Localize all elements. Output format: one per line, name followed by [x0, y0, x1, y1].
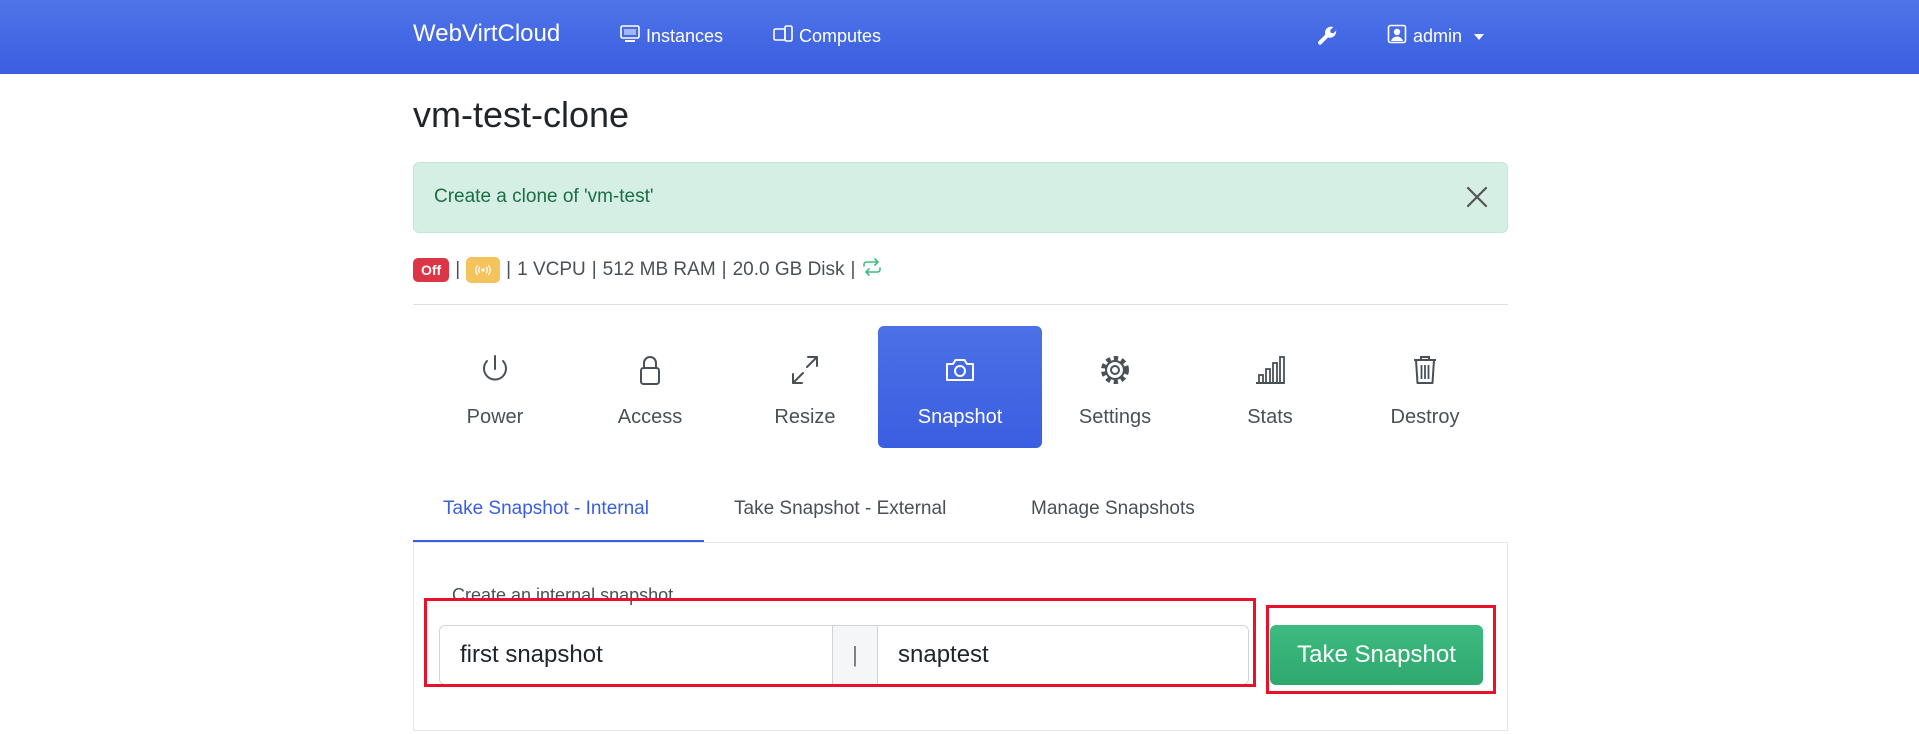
close-icon[interactable]: [1465, 185, 1489, 209]
tab-manage-snapshots[interactable]: Manage Snapshots: [1031, 498, 1195, 520]
separator: |: [506, 259, 512, 280]
separator: |: [850, 259, 856, 280]
page-title: vm-test-clone: [413, 94, 630, 135]
resize-icon: [792, 356, 818, 384]
action-access[interactable]: Access: [568, 326, 732, 448]
action-power[interactable]: Power: [413, 326, 577, 448]
power-icon: [483, 355, 507, 381]
tab-take-snapshot-internal[interactable]: Take Snapshot - Internal: [443, 498, 649, 520]
trash-icon: [1414, 356, 1436, 384]
action-resize[interactable]: Resize: [723, 326, 887, 448]
highlight-box: [1266, 605, 1496, 694]
top-navbar: WebVirtCloud Instances Computes admin: [0, 0, 1919, 74]
chevron-down-icon: [1474, 33, 1485, 40]
highlight-box: [424, 598, 1256, 687]
devices-icon: [773, 24, 793, 49]
broadcast-icon: [466, 257, 501, 283]
disk-info: 20.0 GB Disk: [732, 259, 845, 280]
action-label: Access: [617, 406, 683, 428]
action-label: Resize: [774, 406, 836, 428]
action-label: Snapshot: [917, 406, 1003, 428]
bar-chart-icon: [1256, 356, 1285, 384]
user-icon: [1387, 24, 1407, 49]
vcpu-info: 1 VCPU: [517, 259, 586, 280]
separator: |: [591, 259, 597, 280]
camera-icon: [946, 359, 974, 381]
active-tab-indicator: [413, 540, 704, 542]
instance-actions: Power Access Resize Snapshot Settings St…: [413, 326, 1508, 448]
gear-icon: [1101, 356, 1129, 384]
nav-computes-label: Computes: [799, 26, 882, 46]
user-name: admin: [1413, 26, 1463, 46]
action-label: Power: [466, 406, 524, 428]
separator: |: [455, 259, 461, 280]
nav-instances-label: Instances: [646, 26, 724, 46]
action-snapshot[interactable]: Snapshot: [878, 326, 1042, 448]
separator: |: [721, 259, 727, 280]
nav-instances[interactable]: Instances: [620, 24, 723, 49]
wrench-icon[interactable]: [1316, 24, 1340, 48]
lock-icon: [640, 356, 660, 385]
tab-take-snapshot-external[interactable]: Take Snapshot - External: [734, 498, 946, 520]
action-destroy[interactable]: Destroy: [1343, 326, 1507, 448]
alert-message: Create a clone of 'vm-test': [434, 186, 654, 207]
action-label: Destroy: [1390, 406, 1460, 428]
success-alert: Create a clone of 'vm-test': [413, 162, 1508, 233]
action-label: Settings: [1078, 406, 1152, 428]
instance-status-row: Off | | 1 VCPU | 512 MB RAM | 20.0 GB Di…: [413, 256, 883, 284]
divider: [413, 304, 1508, 305]
status-badge: Off: [413, 258, 450, 282]
monitor-icon: [620, 24, 640, 49]
snapshot-tabs: Take Snapshot - Internal Take Snapshot -…: [413, 480, 1508, 543]
action-label: Stats: [1247, 406, 1293, 428]
brand-logo[interactable]: WebVirtCloud: [413, 20, 560, 48]
action-stats[interactable]: Stats: [1188, 326, 1352, 448]
action-settings[interactable]: Settings: [1033, 326, 1197, 448]
nav-computes[interactable]: Computes: [773, 24, 881, 49]
user-menu[interactable]: admin: [1387, 24, 1485, 49]
ram-info: 512 MB RAM: [602, 259, 716, 280]
refresh-icon[interactable]: [861, 258, 883, 282]
